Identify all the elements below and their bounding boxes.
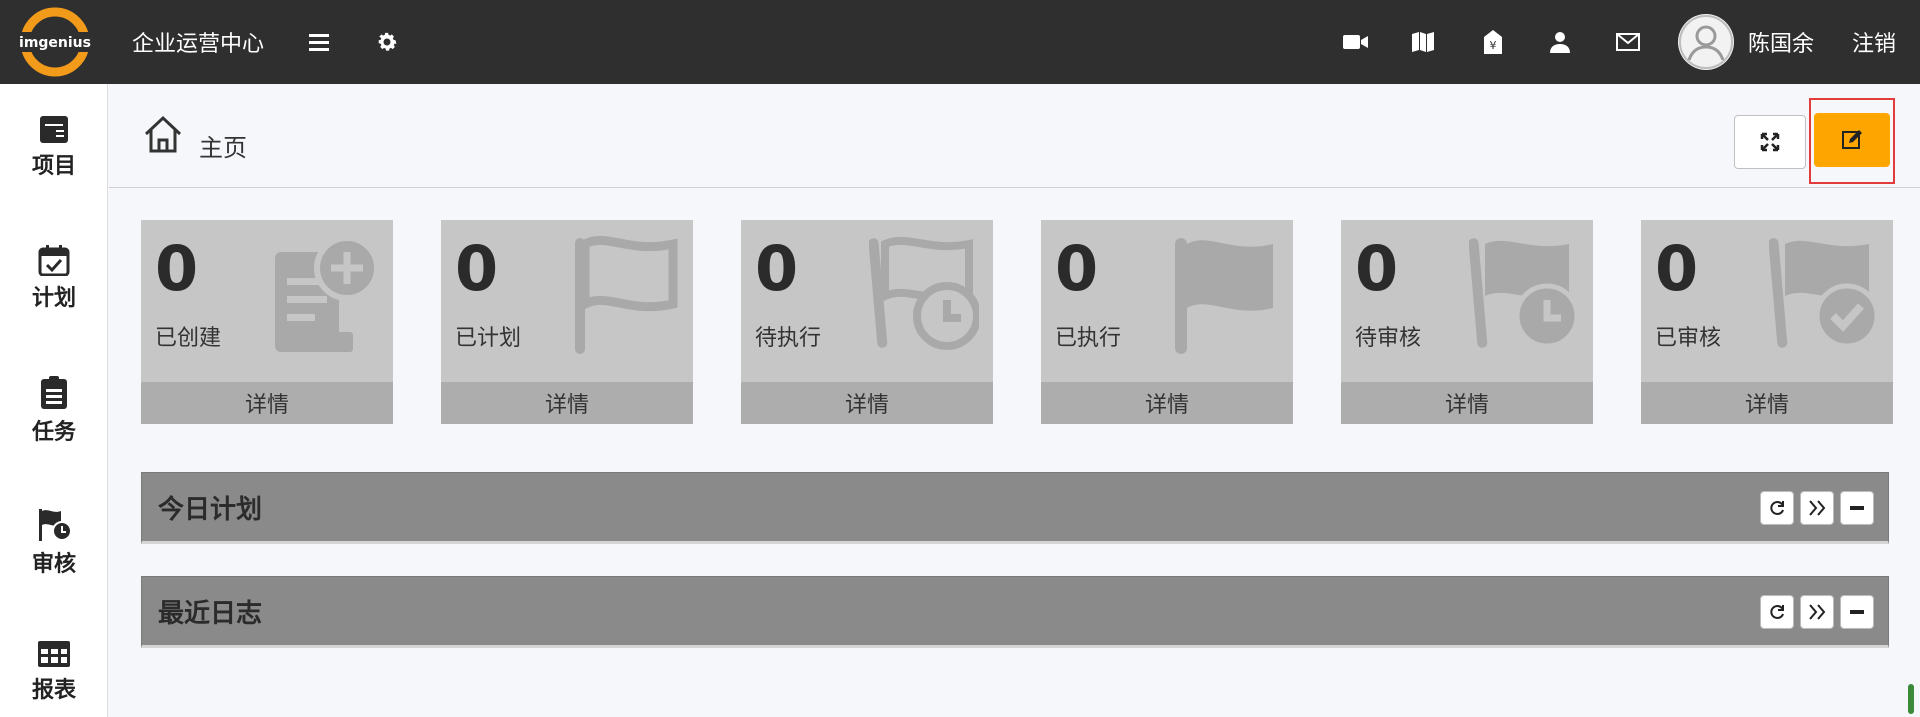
panel-today-plan: 今日计划 (141, 472, 1889, 544)
panel-title: 今日计划 (158, 495, 263, 525)
map-icon[interactable] (1407, 26, 1439, 58)
sidebar-item-report[interactable]: 报表 (0, 640, 108, 717)
page-title: 主页 (199, 134, 247, 162)
flag-outline-icon (569, 234, 679, 362)
stat-value: 0 (1355, 232, 1399, 305)
stat-value: 0 (1055, 232, 1099, 305)
flag-check-icon (1768, 234, 1880, 362)
table-grid-icon (38, 641, 70, 667)
detail-link[interactable]: 详情 (441, 382, 693, 424)
panel-tools (1760, 491, 1874, 525)
detail-link[interactable]: 详情 (1041, 382, 1293, 424)
stat-value: 0 (155, 232, 199, 305)
app-logo[interactable]: imgenius (18, 6, 92, 78)
detail-link[interactable]: 详情 (741, 382, 993, 424)
refresh-icon (1770, 605, 1784, 619)
detail-link[interactable]: 详情 (141, 382, 393, 424)
sidebar-item-plan[interactable]: 计划 (0, 244, 108, 334)
main-content: 主页 0 已创建 详情 0 已计划 详情 0 待执行 详情 0 已执行 详情 0… (109, 84, 1920, 717)
flag-clock-icon (39, 509, 72, 541)
minus-icon (1850, 506, 1864, 510)
home-icon[interactable] (142, 114, 184, 158)
stat-label: 已审核 (1655, 326, 1722, 351)
user-icon[interactable] (1544, 26, 1576, 58)
sidebar-item-label: 报表 (31, 678, 76, 703)
stat-card-executed: 0 已执行 详情 (1041, 220, 1293, 424)
top-navbar: imgenius 企业运营中心 ¥ 陈国余 注销 (0, 0, 1920, 84)
stat-card-pending-review: 0 待审核 详情 (1341, 220, 1593, 424)
stat-value: 0 (755, 232, 799, 305)
sidebar: 项目 计划 任务 审核 报表 (0, 84, 108, 717)
stat-label: 待审核 (1355, 326, 1422, 351)
stat-label: 已计划 (455, 326, 522, 351)
highlight-box (1809, 98, 1895, 184)
logout-link[interactable]: 注销 (1852, 26, 1896, 58)
more-button[interactable] (1800, 595, 1834, 629)
sidebar-item-label: 项目 (31, 154, 76, 179)
stat-card-created: 0 已创建 详情 (141, 220, 393, 424)
price-tag-icon[interactable]: ¥ (1477, 26, 1509, 58)
page-header: 主页 (109, 84, 1920, 188)
refresh-button[interactable] (1760, 491, 1794, 525)
edit-pencil-icon (1842, 130, 1862, 149)
stat-label: 已创建 (155, 326, 222, 351)
document-plus-icon (269, 234, 380, 362)
avatar[interactable] (1678, 14, 1734, 70)
stat-card-reviewed: 0 已审核 详情 (1641, 220, 1893, 424)
collapse-button[interactable] (1840, 595, 1874, 629)
svg-text:imgenius: imgenius (19, 35, 91, 51)
stat-card-planned: 0 已计划 详情 (441, 220, 693, 424)
panel-tools (1760, 595, 1874, 629)
stat-label: 已执行 (1055, 326, 1122, 351)
clipboard-icon (41, 376, 67, 409)
collapse-button[interactable] (1840, 491, 1874, 525)
scrollbar-thumb[interactable] (1908, 684, 1914, 714)
username[interactable]: 陈国余 (1748, 26, 1814, 58)
calendar-check-icon (38, 245, 70, 276)
detail-link[interactable]: 详情 (1341, 382, 1593, 424)
video-icon[interactable] (1340, 26, 1372, 58)
mail-icon[interactable] (1612, 26, 1644, 58)
flag-clock-outline-icon (868, 234, 981, 362)
expand-arrows-icon (1760, 132, 1780, 152)
double-chevron-right-icon (1809, 500, 1826, 516)
svg-text:¥: ¥ (1490, 39, 1497, 52)
sidebar-item-project[interactable]: 项目 (0, 114, 108, 204)
sidebar-item-label: 计划 (31, 286, 76, 311)
app-title: 企业运营中心 (132, 32, 265, 57)
flag-solid-icon (1169, 234, 1279, 362)
stat-label: 待执行 (755, 326, 822, 351)
stat-value: 0 (1655, 232, 1699, 305)
edit-button[interactable] (1814, 113, 1890, 167)
refresh-button[interactable] (1760, 595, 1794, 629)
panel-title: 最近日志 (158, 599, 263, 629)
detail-link[interactable]: 详情 (1641, 382, 1893, 424)
stat-value: 0 (455, 232, 499, 305)
stat-card-pending-execution: 0 待执行 详情 (741, 220, 993, 424)
sidebar-item-review[interactable]: 审核 (0, 508, 108, 598)
more-button[interactable] (1800, 491, 1834, 525)
sidebar-item-label: 审核 (31, 552, 76, 577)
sidebar-item-task[interactable]: 任务 (0, 376, 108, 466)
refresh-icon (1770, 501, 1784, 515)
double-chevron-right-icon (1809, 604, 1826, 620)
minus-icon (1850, 610, 1864, 614)
sidebar-item-label: 任务 (31, 420, 76, 445)
project-box-icon (40, 116, 68, 143)
flag-clock-solid-icon (1468, 234, 1580, 362)
panel-recent-logs: 最近日志 (141, 576, 1889, 648)
fullscreen-button[interactable] (1734, 115, 1806, 169)
menu-toggle-icon[interactable] (304, 26, 336, 58)
settings-gear-icon[interactable] (371, 26, 403, 58)
